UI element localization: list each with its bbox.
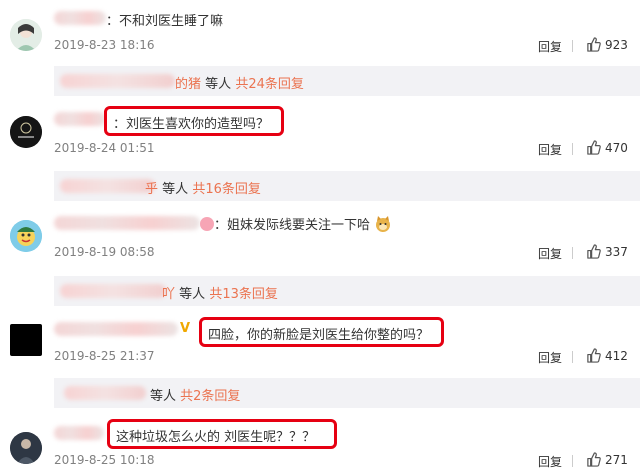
comment-item: ：姐妹发际线要关注一下哈 2019-8-19 08:58 回复 337 吖 等人… [0, 204, 640, 306]
reply-button[interactable]: 回复 [538, 349, 562, 366]
comment-text: ：刘医生喜欢你的造型吗？ [113, 117, 270, 132]
comment-text: 四脸，你的新脸是刘医生给你整的吗？ [208, 328, 430, 343]
view-replies-link[interactable]: 共2条回复 [180, 389, 240, 404]
avatar[interactable] [10, 432, 42, 464]
comment-date: 2019-8-23 18:16 [54, 38, 155, 52]
highlighted-comment: 这种垃圾怎么火的 刘医生呢？？？ [107, 419, 337, 449]
comment-item: 这种垃圾怎么火的 刘医生呢？？？ 2019-8-25 10:18 回复 271 [0, 414, 640, 476]
sub-replies-summary: 等人 共2条回复 [150, 385, 240, 404]
comment-date: 2019-8-25 21:37 [54, 349, 155, 363]
sub-reply-and: 等人 [162, 182, 189, 197]
highlighted-comment: 四脸，你的新脸是刘医生给你整的吗？ [199, 317, 444, 347]
reply-button[interactable]: 回复 [538, 141, 562, 158]
comment-date: 2019-8-24 01:51 [54, 141, 155, 155]
view-replies-link[interactable]: 共13条回复 [209, 287, 278, 302]
like-count: 337 [605, 244, 628, 259]
like-count: 271 [605, 452, 628, 467]
thumbs-up-icon [587, 140, 601, 155]
divider [572, 247, 573, 259]
like-button[interactable]: 923 [586, 37, 628, 52]
highlighted-comment: ：刘医生喜欢你的造型吗？ [104, 106, 284, 136]
avatar[interactable] [10, 220, 42, 252]
like-button[interactable]: 271 [586, 452, 628, 467]
sub-reply-names-blurred [64, 386, 146, 400]
sub-reply-names-blurred [60, 179, 155, 193]
avatar[interactable] [10, 19, 42, 51]
username-blurred[interactable] [54, 216, 200, 230]
sub-replies-bar[interactable]: 等人 共2条回复 [54, 378, 640, 408]
like-button[interactable]: 337 [586, 244, 628, 259]
divider [572, 351, 573, 363]
comment-item: V 四脸，你的新脸是刘医生给你整的吗？ 2019-8-25 21:37 回复 4… [0, 310, 640, 410]
avatar[interactable] [10, 324, 42, 356]
username-blurred[interactable] [54, 426, 104, 440]
view-replies-link[interactable]: 共16条回复 [192, 182, 261, 197]
username-blurred[interactable] [54, 112, 106, 126]
comment-text: 这种垃圾怎么火的 刘医生呢？？？ [116, 430, 316, 445]
sub-reply-name[interactable]: 的猪 [175, 77, 201, 92]
reply-button[interactable]: 回复 [538, 453, 562, 470]
emoji-icon [200, 217, 214, 231]
thumbs-up-icon [587, 244, 601, 259]
sub-reply-and: 等人 [205, 77, 232, 92]
avatar[interactable] [10, 116, 42, 148]
sub-replies-bar[interactable]: 吖 等人 共13条回复 [54, 276, 640, 306]
sub-reply-names-blurred [60, 284, 166, 298]
sub-reply-names-blurred [60, 74, 175, 88]
sub-replies-bar[interactable]: 的猪 等人 共24条回复 [54, 66, 640, 96]
sub-reply-and: 等人 [179, 287, 206, 302]
sub-replies-bar[interactable]: 乎 等人 共16条回复 [54, 171, 640, 201]
sub-replies-summary: 的猪 等人 共24条回复 [175, 73, 304, 92]
comment-date: 2019-8-25 10:18 [54, 453, 155, 467]
thumbs-up-icon [587, 452, 601, 467]
comment-date: 2019-8-19 08:58 [54, 245, 155, 259]
sub-replies-summary: 吖 等人 共13条回复 [162, 283, 278, 302]
like-count: 470 [605, 140, 628, 155]
comment-text: ：姐妹发际线要关注一下哈 [200, 214, 392, 233]
doge-emoji-icon [376, 216, 391, 232]
divider [572, 143, 573, 155]
comment-item: ：刘医生喜欢你的造型吗？ 2019-8-24 01:51 回复 470 乎 等人… [0, 100, 640, 201]
comment-item: ：不和刘医生睡了嘛 2019-8-23 18:16 回复 923 的猪 等人 共… [0, 0, 640, 96]
view-replies-link[interactable]: 共24条回复 [235, 77, 304, 92]
reply-button[interactable]: 回复 [538, 38, 562, 55]
sub-replies-summary: 乎 等人 共16条回复 [145, 178, 261, 197]
sub-reply-name[interactable]: 吖 [162, 287, 175, 302]
username-blurred[interactable] [54, 322, 178, 336]
like-button[interactable]: 412 [586, 348, 628, 363]
like-button[interactable]: 470 [586, 140, 628, 155]
thumbs-up-icon [587, 348, 601, 363]
sub-reply-and: 等人 [150, 389, 177, 404]
divider [572, 40, 573, 52]
like-count: 412 [605, 348, 628, 363]
like-count: 923 [605, 37, 628, 52]
comment-text: ：不和刘医生睡了嘛 [106, 14, 224, 29]
thumbs-up-icon [587, 37, 601, 52]
reply-button[interactable]: 回复 [538, 245, 562, 262]
sub-reply-name[interactable]: 乎 [145, 182, 158, 197]
vip-badge-icon: V [180, 321, 191, 336]
divider [572, 455, 573, 467]
username-blurred[interactable] [54, 11, 106, 25]
